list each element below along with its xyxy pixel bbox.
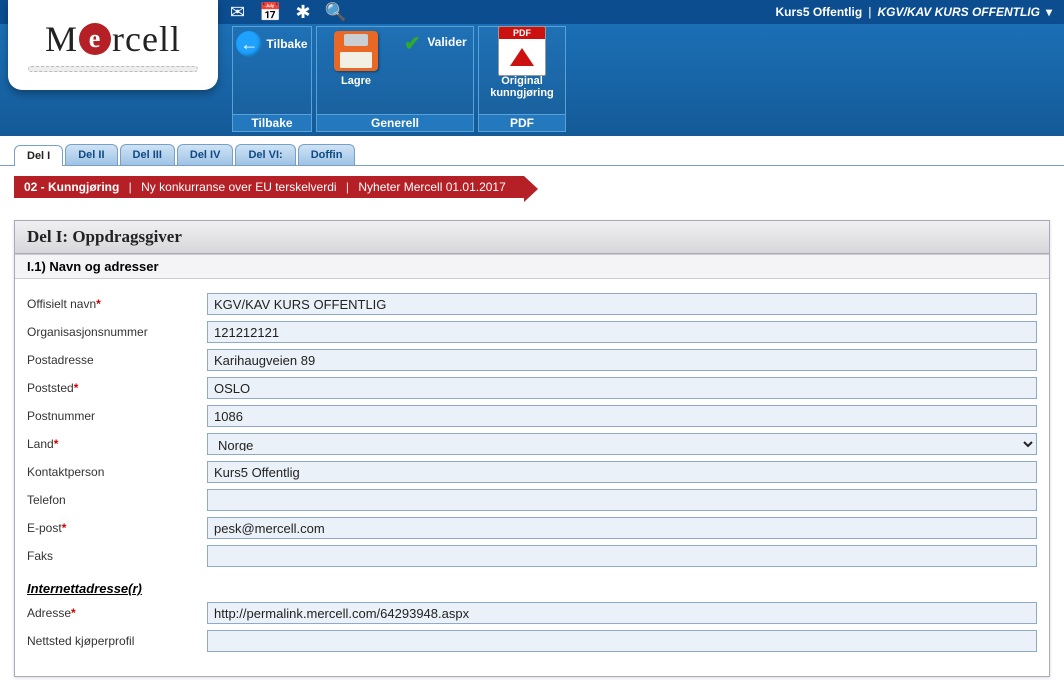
panel-title: Del I: Oppdragsgiver: [15, 221, 1049, 254]
banner-code: 02 - Kunngjøring: [24, 180, 119, 194]
tab-del-i[interactable]: Del I: [14, 145, 63, 166]
label-kontaktperson: Kontaktperson: [27, 465, 207, 479]
ribbon-group-label: Generell: [317, 114, 473, 131]
calendar-icon[interactable]: 📅: [259, 2, 281, 23]
ribbon-group-label: Tilbake: [233, 114, 311, 131]
logo[interactable]: M e rcell: [8, 0, 218, 90]
banner: 02 - Kunngjøring | Ny konkurranse over E…: [14, 176, 524, 198]
ribbon-group-generell: Lagre ✔ Valider Generell: [316, 26, 474, 132]
row-faks: Faks: [27, 545, 1037, 567]
back-label: Tilbake: [266, 37, 307, 51]
mail-icon[interactable]: ✉: [230, 2, 245, 23]
logo-badge: e: [79, 23, 111, 55]
form-body: Offisielt navn* Organisasjonsnummer Post…: [15, 279, 1049, 676]
save-label: Lagre: [341, 75, 371, 87]
ribbon-group-tilbake: ← Tilbake Tilbake: [232, 26, 312, 132]
network-icon[interactable]: ✱: [296, 2, 311, 23]
tab-doffin[interactable]: Doffin: [298, 144, 356, 165]
input-epost[interactable]: [207, 517, 1037, 539]
input-orgnr[interactable]: [207, 321, 1037, 343]
logo-part1: M: [45, 18, 78, 60]
chevron-down-icon: ▾: [1046, 5, 1052, 19]
topbar-icons: ✉ 📅 ✱ 🔍: [230, 2, 347, 23]
pdf-button[interactable]: PDF Original kunngjøring: [479, 27, 565, 114]
logo-text: M e rcell: [45, 18, 181, 60]
separator: |: [868, 5, 871, 19]
tab-del-iii[interactable]: Del III: [120, 144, 175, 165]
pdf-icon: PDF: [498, 26, 546, 76]
row-postnummer: Postnummer: [27, 405, 1037, 427]
tabbar: Del I Del II Del III Del IV Del VI: Doff…: [0, 136, 1064, 166]
label-orgnr: Organisasjonsnummer: [27, 325, 207, 339]
input-adresse[interactable]: [207, 602, 1037, 624]
banner-mid: Ny konkurranse over EU terskelverdi: [141, 180, 336, 194]
topbar-context[interactable]: Kurs5 Offentlig | KGV/KAV KURS OFFENTLIG…: [775, 5, 1052, 19]
input-postnummer[interactable]: [207, 405, 1037, 427]
back-icon: ←: [236, 31, 262, 57]
input-postadresse[interactable]: [207, 349, 1037, 371]
ribbon-group-pdf: PDF Original kunngjøring PDF: [478, 26, 566, 132]
section-title: I.1) Navn og adresser: [15, 254, 1049, 279]
row-land: Land* Norge: [27, 433, 1037, 455]
validate-label: Valider: [427, 35, 466, 49]
label-poststed: Poststed*: [27, 381, 207, 395]
pdf-badge: PDF: [499, 27, 545, 39]
label-postadresse: Postadresse: [27, 353, 207, 367]
floppy-icon: [334, 31, 378, 71]
row-nettsted: Nettsted kjøperprofil: [27, 630, 1037, 652]
panel-oppdragsgiver: Del I: Oppdragsgiver I.1) Navn og adress…: [14, 220, 1050, 677]
ribbon: M e rcell ← Tilbake Tilbake Lagre ✔: [0, 24, 1064, 136]
row-telefon: Telefon: [27, 489, 1037, 511]
label-faks: Faks: [27, 549, 207, 563]
row-offisielt-navn: Offisielt navn*: [27, 293, 1037, 315]
label-telefon: Telefon: [27, 493, 207, 507]
row-kontaktperson: Kontaktperson: [27, 461, 1037, 483]
ribbon-group-label: PDF: [479, 114, 565, 131]
tab-del-iv[interactable]: Del IV: [177, 144, 234, 165]
input-telefon[interactable]: [207, 489, 1037, 511]
save-button[interactable]: Lagre: [317, 27, 395, 114]
label-land: Land*: [27, 437, 207, 451]
internet-heading: Internettadresse(r): [27, 581, 1037, 596]
banner-right: Nyheter Mercell 01.01.2017: [358, 180, 505, 194]
input-nettsted[interactable]: [207, 630, 1037, 652]
input-faks[interactable]: [207, 545, 1037, 567]
logo-part2: rcell: [112, 18, 181, 60]
logo-stitch: [28, 66, 198, 72]
topbar-org: KGV/KAV KURS OFFENTLIG: [878, 5, 1040, 19]
input-kontaktperson[interactable]: [207, 461, 1037, 483]
banner-notch-icon: [524, 176, 538, 202]
row-poststed: Poststed*: [27, 377, 1037, 399]
check-icon: ✔: [401, 31, 423, 53]
validate-button[interactable]: ✔ Valider: [395, 27, 473, 114]
input-offisielt-navn[interactable]: [207, 293, 1037, 315]
row-orgnr: Organisasjonsnummer: [27, 321, 1037, 343]
label-offisielt-navn: Offisielt navn*: [27, 297, 207, 311]
label-nettsted: Nettsted kjøperprofil: [27, 634, 207, 648]
pdf-label: Original kunngjøring: [481, 75, 563, 99]
select-land[interactable]: Norge: [207, 433, 1037, 455]
search-icon[interactable]: 🔍: [325, 2, 347, 23]
tab-del-vi[interactable]: Del VI:: [235, 144, 295, 165]
back-button[interactable]: ← Tilbake: [233, 27, 311, 114]
row-epost: E-post*: [27, 517, 1037, 539]
topbar-user: Kurs5 Offentlig: [775, 5, 862, 19]
row-adresse: Adresse*: [27, 602, 1037, 624]
label-epost: E-post*: [27, 521, 207, 535]
input-poststed[interactable]: [207, 377, 1037, 399]
label-adresse: Adresse*: [27, 606, 207, 620]
tab-del-ii[interactable]: Del II: [65, 144, 117, 165]
row-postadresse: Postadresse: [27, 349, 1037, 371]
label-postnummer: Postnummer: [27, 409, 207, 423]
